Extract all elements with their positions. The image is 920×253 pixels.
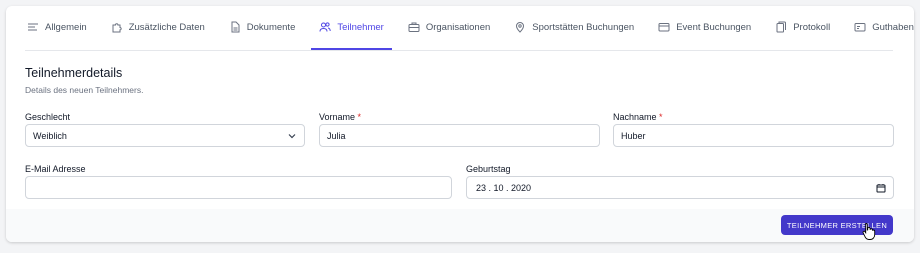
tab-organisationen[interactable]: Organisationen (400, 6, 498, 50)
wallet-icon (854, 21, 866, 33)
hand-cursor-icon (862, 223, 876, 240)
birthday-input[interactable]: 23 . 10 . 2020 (466, 176, 894, 199)
firstname-label: Vorname * (319, 112, 361, 122)
tab-label: Protokoll (793, 21, 831, 33)
lastname-value: Huber (621, 130, 646, 141)
map-pin-icon (514, 21, 526, 33)
tab-teilnehmer[interactable]: Teilnehmer (311, 6, 392, 50)
email-input[interactable] (25, 176, 452, 199)
tab-bar: Allgemein Zusätzliche Daten Dokumente Te… (25, 6, 914, 51)
section-description: Details des neuen Teilnehmers. (25, 85, 144, 95)
tab-label: Teilnehmer (337, 21, 384, 33)
tab-zusaetzliche-daten[interactable]: Zusätzliche Daten (103, 6, 213, 50)
lastname-label: Nachname * (613, 112, 663, 122)
tab-label: Allgemein (45, 21, 87, 33)
participant-card: Allgemein Zusätzliche Daten Dokumente Te… (6, 6, 914, 242)
firstname-value: Julia (327, 130, 346, 141)
tab-dokumente[interactable]: Dokumente (221, 6, 304, 50)
firstname-label-text: Vorname (319, 112, 356, 122)
users-icon (319, 21, 332, 33)
tab-label: Zusätzliche Daten (128, 21, 205, 33)
email-label: E-Mail Adresse (25, 164, 86, 174)
gender-select[interactable]: Weiblich (25, 124, 305, 147)
tab-protokoll[interactable]: Protokoll (767, 6, 838, 50)
chevron-down-icon (287, 131, 297, 141)
tab-sportstaetten-buchungen[interactable]: Sportstätten Buchungen (506, 6, 642, 50)
tab-label: Dokumente (246, 21, 296, 33)
clipboard-icon (775, 21, 787, 33)
calendar-icon[interactable] (876, 183, 886, 193)
birthday-value: 23 . 10 . 2020 (476, 182, 532, 193)
required-mark: * (659, 112, 663, 122)
create-participant-button[interactable]: TEILNEHMER ERSTELLEN (781, 215, 893, 235)
lastname-label-text: Nachname (613, 112, 657, 122)
menu-lines-icon (27, 21, 39, 33)
gender-label: Geschlecht (25, 112, 71, 122)
briefcase-icon (408, 21, 420, 33)
tab-label: Guthaben (872, 21, 914, 33)
lastname-input[interactable]: Huber (613, 124, 894, 147)
form-footer (6, 209, 914, 242)
ticket-icon (658, 21, 670, 33)
gender-value: Weiblich (33, 130, 67, 141)
document-icon (229, 21, 241, 33)
tab-allgemein[interactable]: Allgemein (25, 6, 95, 50)
tab-guthaben[interactable]: Guthaben 0 € (846, 6, 914, 50)
puzzle-icon (111, 21, 123, 33)
tab-label: Organisationen (425, 21, 491, 33)
birthday-label: Geburtstag (466, 164, 511, 174)
firstname-input[interactable]: Julia (319, 124, 600, 147)
required-mark: * (357, 112, 362, 122)
tab-event-buchungen[interactable]: Event Buchungen (650, 6, 759, 50)
tab-label: Event Buchungen (676, 21, 752, 33)
section-title: Teilnehmerdetails (25, 66, 123, 80)
tab-label: Sportstätten Buchungen (532, 21, 635, 33)
